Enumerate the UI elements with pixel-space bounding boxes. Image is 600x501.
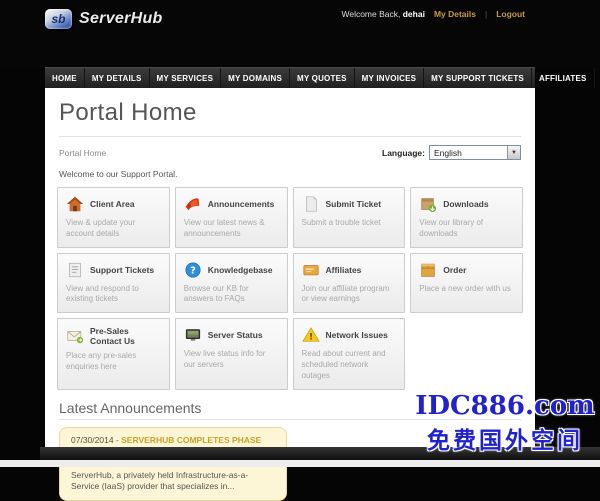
welcome-prefix: Welcome Back, bbox=[341, 9, 401, 19]
tile-submit-ticket[interactable]: Submit Ticket Submit a trouble ticket bbox=[292, 187, 406, 248]
tile-title: Announcements bbox=[207, 199, 275, 209]
package-icon bbox=[419, 195, 437, 213]
tile-description: Place any pre-sales enquiries here bbox=[66, 351, 137, 371]
announcement-date: 07/30/2014 bbox=[71, 434, 114, 445]
bottom-light-strip bbox=[0, 460, 600, 467]
question-icon: ? bbox=[184, 261, 202, 279]
tile-description: View live status info for our servers bbox=[183, 349, 266, 369]
ticket-icon bbox=[302, 195, 320, 213]
tile-order[interactable]: Order Place a new order with us bbox=[410, 252, 523, 314]
breadcrumb-row: Portal Home Language: English ▼ bbox=[59, 145, 521, 160]
megaphone-icon bbox=[184, 195, 202, 213]
announcement-excerpt: ServerHub, a privately held Infrastructu… bbox=[71, 469, 249, 492]
logout-link[interactable]: Logout bbox=[496, 9, 525, 19]
nav-my-invoices[interactable]: MY INVOICES bbox=[355, 68, 425, 88]
announcements-divider bbox=[59, 418, 521, 420]
tile-announcements[interactable]: Announcements View our latest news & ann… bbox=[174, 187, 288, 248]
warning-icon: ! bbox=[301, 326, 320, 344]
language-selected-value: English bbox=[434, 147, 462, 158]
nav-my-details[interactable]: MY DETAILS bbox=[85, 68, 150, 88]
tile-title: Server Status bbox=[207, 330, 263, 341]
tile-title: Affiliates bbox=[325, 264, 362, 275]
tile-description: Join our affiliate program or view earni… bbox=[301, 283, 390, 304]
tile-network-issues[interactable]: ! Network Issues Read about current and … bbox=[292, 318, 406, 390]
main-nav: HOME MY DETAILS MY SERVICES MY DOMAINS M… bbox=[45, 67, 595, 88]
box-icon bbox=[419, 261, 437, 279]
breadcrumb: Portal Home bbox=[59, 147, 107, 158]
document-icon bbox=[66, 261, 84, 279]
tile-description: Place a new order with us bbox=[419, 283, 511, 293]
account-links: Welcome Back, dehai My Details | Logout bbox=[341, 9, 525, 19]
tile-title: Network Issues bbox=[325, 330, 388, 341]
tile-title: Client Area bbox=[90, 199, 135, 209]
nav-my-services[interactable]: MY SERVICES bbox=[150, 68, 222, 88]
tile-presales-contact[interactable]: Pre-Sales Contact Us Place any pre-sales… bbox=[57, 318, 170, 390]
language-select[interactable]: English ▼ bbox=[429, 145, 521, 160]
tile-title: Pre-Sales Contact Us bbox=[90, 326, 135, 347]
latest-announcements-heading: Latest Announcements bbox=[59, 399, 202, 416]
tile-client-area[interactable]: Client Area View & update your account d… bbox=[57, 187, 170, 248]
serverhub-logo[interactable]: sb ServerHub bbox=[45, 9, 163, 29]
tile-title: Knowledgebase bbox=[207, 264, 273, 275]
tile-title: Support Tickets bbox=[90, 264, 155, 275]
title-divider bbox=[59, 136, 521, 137]
tile-description: View our latest news & announcements bbox=[183, 218, 265, 238]
username: dehai bbox=[402, 9, 425, 19]
my-details-link[interactable]: My Details bbox=[434, 9, 476, 19]
bottom-dark-strip bbox=[40, 447, 600, 460]
nav-affiliates[interactable]: AFFILIATES bbox=[532, 68, 595, 88]
tile-server-status[interactable]: Server Status View live status info for … bbox=[174, 318, 288, 390]
tile-description: Browse our KB for answers to FAQs bbox=[183, 283, 249, 304]
nav-my-quotes[interactable]: MY QUOTES bbox=[290, 68, 355, 88]
tile-title: Downloads bbox=[443, 199, 489, 209]
tile-description: Submit a trouble ticket bbox=[301, 218, 381, 227]
tile-description: View our library of downloads bbox=[419, 218, 484, 238]
nav-my-emails[interactable]: MY EMAILS bbox=[595, 68, 600, 88]
svg-text:!: ! bbox=[308, 333, 312, 343]
site-header: sb ServerHub Welcome Back, dehai My Deta… bbox=[0, 0, 600, 66]
link-separator: | bbox=[484, 9, 488, 19]
house-icon bbox=[66, 195, 84, 213]
nav-my-support-tickets[interactable]: MY SUPPORT TICKETS bbox=[424, 68, 532, 88]
serverhub-logo-icon: sb bbox=[45, 9, 72, 29]
language-label: Language: bbox=[382, 147, 425, 158]
page-title: Portal Home bbox=[59, 99, 197, 126]
tile-description: View & update your account details bbox=[66, 218, 136, 238]
tile-title: Order bbox=[443, 264, 467, 275]
welcome-message: Welcome to our Support Portal. bbox=[59, 169, 178, 179]
tile-knowledgebase[interactable]: ? Knowledgebase Browse our KB for answer… bbox=[174, 252, 288, 314]
serverhub-logo-text: ServerHub bbox=[79, 10, 163, 27]
nav-my-domains[interactable]: MY DOMAINS bbox=[221, 68, 290, 88]
content-area: Portal Home Portal Home Language: Englis… bbox=[45, 88, 535, 501]
portal-tiles: Client Area View & update your account d… bbox=[57, 187, 523, 390]
welcome-back-text: Welcome Back, dehai bbox=[341, 9, 424, 19]
chevron-down-icon: ▼ bbox=[507, 146, 520, 159]
tile-support-tickets[interactable]: Support Tickets View and respond to exis… bbox=[57, 252, 170, 314]
nav-home[interactable]: HOME bbox=[45, 68, 85, 88]
tile-description: View and respond to existing tickets bbox=[66, 283, 139, 304]
server-icon bbox=[184, 326, 202, 344]
announcement-separator: - bbox=[115, 434, 119, 445]
envelope-icon bbox=[66, 327, 84, 345]
language-picker: Language: English ▼ bbox=[382, 145, 521, 160]
svg-text:?: ? bbox=[190, 265, 196, 276]
card-icon bbox=[302, 261, 320, 279]
tile-description: Read about current and scheduled network… bbox=[301, 349, 386, 380]
tile-affiliates[interactable]: Affiliates Join our affiliate program or… bbox=[292, 252, 406, 314]
tile-title: Submit Ticket bbox=[325, 199, 382, 209]
tile-downloads[interactable]: Downloads View our library of downloads bbox=[410, 187, 523, 248]
